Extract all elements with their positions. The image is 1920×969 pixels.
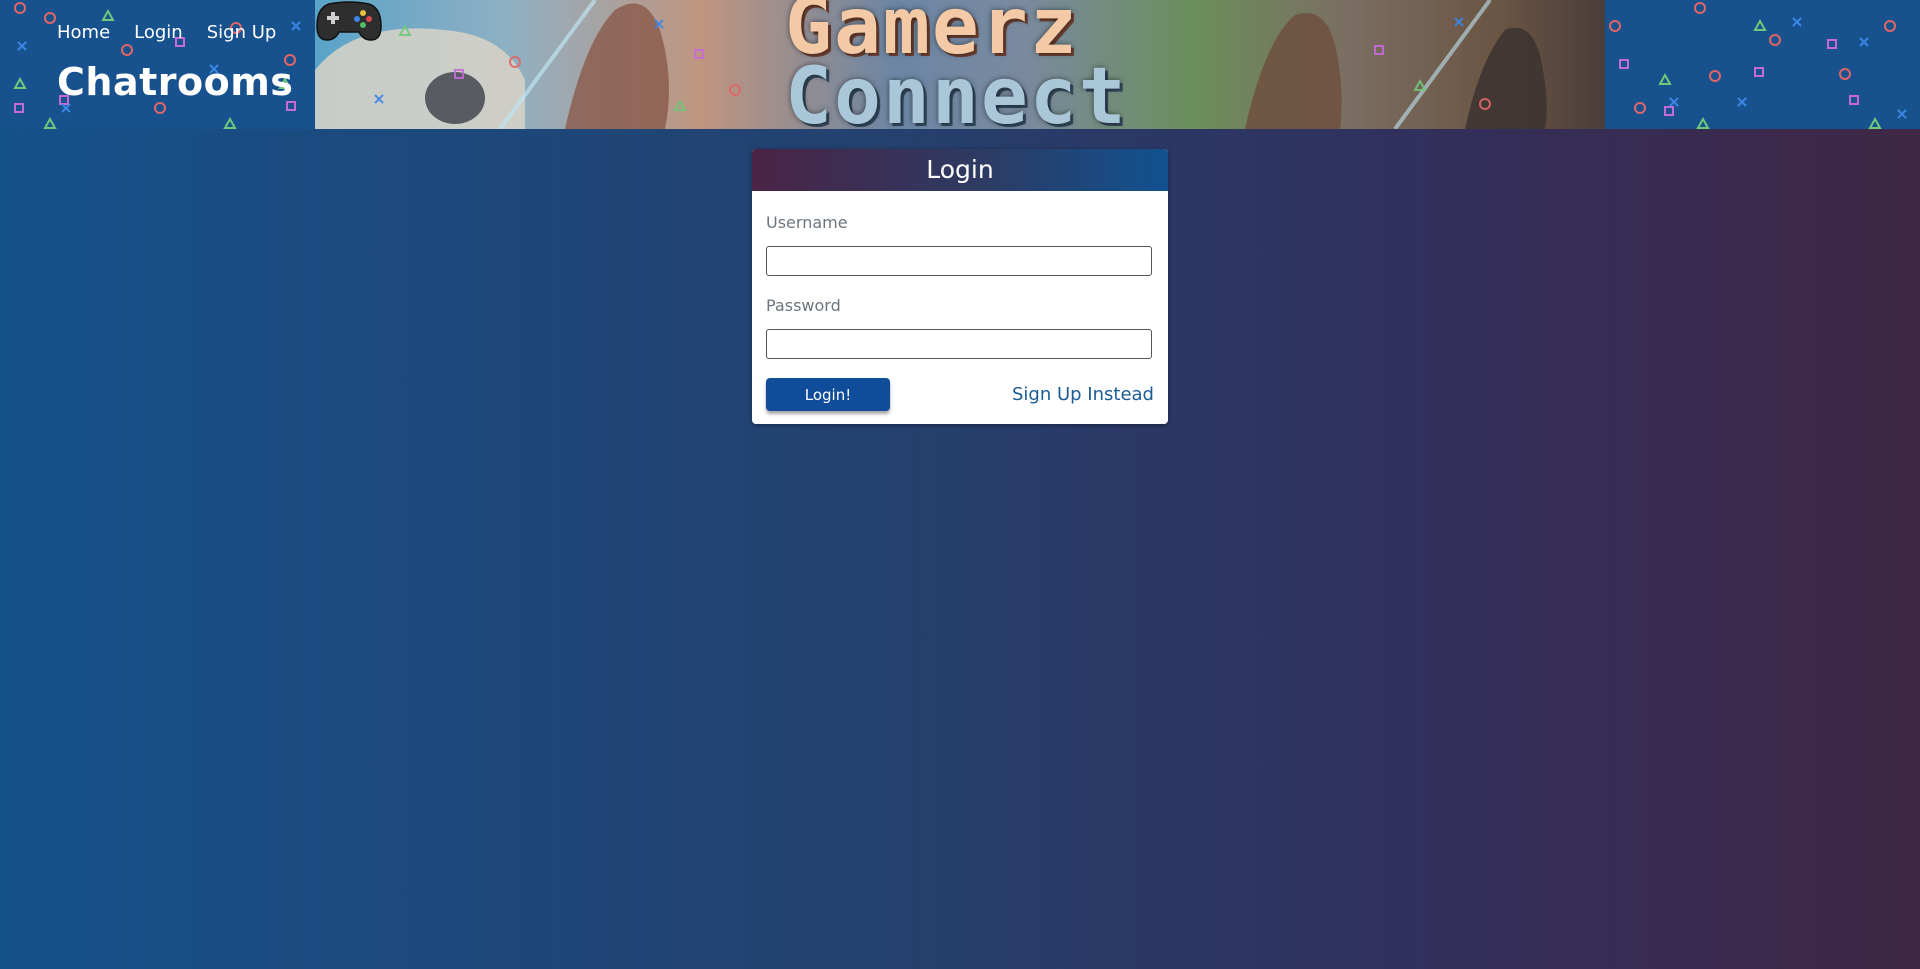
username-input[interactable] (766, 246, 1152, 276)
nav-home-link[interactable]: Home (57, 22, 110, 43)
main-nav: Home Login Sign Up (57, 22, 276, 43)
username-label: Username (766, 213, 848, 232)
signup-instead-link[interactable]: Sign Up Instead (1012, 384, 1154, 405)
banner-title-line2: Connect (785, 52, 1128, 129)
password-label: Password (766, 296, 841, 315)
banner-image: Gamerz Connect (315, 0, 1605, 129)
nav-login-link[interactable]: Login (134, 22, 183, 43)
gamepad-icon (316, 1, 382, 41)
password-input[interactable] (766, 329, 1152, 359)
site-header: Home Login Sign Up Chatrooms Gamerz Conn… (0, 0, 1920, 129)
login-button[interactable]: Login! (766, 378, 890, 411)
brand-title: Chatrooms (57, 60, 294, 104)
login-card: Login Username Password Login! Sign Up I… (752, 149, 1168, 424)
nav-signup-link[interactable]: Sign Up (207, 22, 277, 43)
login-card-title: Login (752, 149, 1168, 191)
